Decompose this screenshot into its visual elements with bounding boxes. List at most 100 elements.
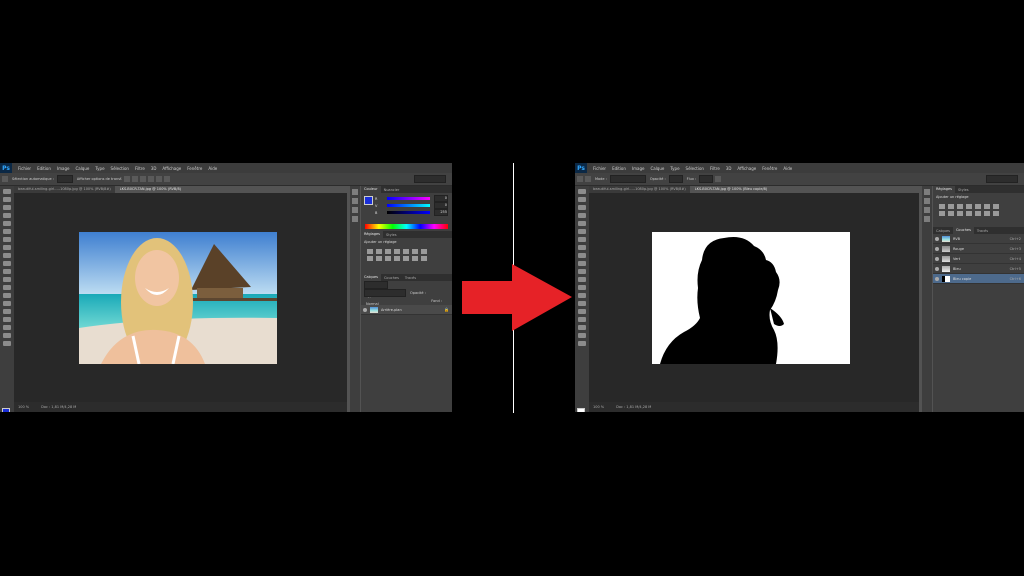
path-select-icon[interactable]	[3, 317, 11, 322]
tab-adjustments[interactable]: Réglages	[933, 186, 955, 193]
type-icon[interactable]	[578, 309, 586, 314]
tab-paths[interactable]: Tracés	[402, 276, 419, 280]
hand-icon[interactable]	[3, 333, 11, 338]
eyedropper-icon[interactable]	[578, 229, 586, 234]
tab-layers[interactable]: Calques	[933, 229, 953, 233]
tab-paths[interactable]: Tracés	[974, 229, 991, 233]
brush-icon[interactable]	[3, 245, 11, 250]
red-channel-slider[interactable]	[387, 197, 430, 200]
channel-row-rgb[interactable]: RVB Ctrl+2	[933, 234, 1024, 244]
align-center-icon[interactable]	[156, 176, 163, 182]
align-right-icon[interactable]	[164, 176, 171, 182]
blur-icon[interactable]	[578, 285, 586, 290]
tab-styles[interactable]: Styles	[955, 188, 972, 192]
transform-controls-label[interactable]: Afficher options de transf.	[77, 177, 122, 181]
brush-preset-icon[interactable]	[585, 176, 591, 182]
tab-document-2[interactable]: LKS-B0CR-TAN.jpg @ 100% (Bleu copie/8)	[690, 186, 772, 193]
visibility-eye-icon[interactable]	[935, 256, 939, 261]
paragraph-panel-icon[interactable]	[352, 216, 358, 222]
channel-mixer-icon[interactable]	[385, 256, 391, 261]
clone-stamp-icon[interactable]	[578, 253, 586, 258]
dodge-icon[interactable]	[578, 293, 586, 298]
move-icon[interactable]	[578, 189, 586, 194]
workspace-dropdown[interactable]: Essentiel	[986, 175, 1018, 192]
menu-item-3d[interactable]: 3D	[151, 166, 157, 171]
eraser-icon[interactable]	[3, 269, 11, 274]
menu-item-3d[interactable]: 3D	[726, 166, 732, 171]
type-icon[interactable]	[3, 309, 11, 314]
tab-styles[interactable]: Styles	[383, 233, 400, 237]
blue-channel-value[interactable]: 255	[434, 209, 448, 216]
black-white-icon[interactable]	[367, 256, 373, 261]
tab-channels[interactable]: Couches	[952, 227, 974, 234]
menu-item-edit[interactable]: Edition	[37, 166, 51, 171]
hue-saturation-icon[interactable]	[412, 249, 418, 254]
posterize-icon[interactable]	[984, 211, 990, 216]
flow-field[interactable]: 100%	[699, 175, 714, 192]
align-left-icon[interactable]	[148, 176, 155, 182]
visibility-eye-icon[interactable]	[935, 236, 939, 241]
hue-saturation-icon[interactable]	[984, 204, 990, 209]
visibility-eye-icon[interactable]	[363, 307, 367, 312]
curves-icon[interactable]	[385, 249, 391, 254]
invert-icon[interactable]	[403, 256, 409, 261]
path-select-icon[interactable]	[578, 317, 586, 322]
menu-item-file[interactable]: Fichier	[593, 166, 606, 171]
crop-icon[interactable]	[578, 221, 586, 226]
invert-icon[interactable]	[975, 211, 981, 216]
menu-item-type[interactable]: Type	[95, 166, 104, 171]
menu-item-view[interactable]: Affichage	[162, 166, 181, 171]
blur-icon[interactable]	[3, 285, 11, 290]
history-panel-icon[interactable]	[352, 189, 358, 195]
menu-item-image[interactable]: Image	[57, 166, 70, 171]
hand-icon[interactable]	[578, 333, 586, 338]
zoom-level[interactable]: 100 %	[593, 405, 604, 409]
gradient-icon[interactable]	[578, 277, 586, 282]
healing-brush-icon[interactable]	[3, 237, 11, 242]
blue-channel-slider[interactable]	[387, 211, 430, 214]
visibility-eye-icon[interactable]	[935, 246, 939, 251]
channel-mixer-icon[interactable]	[957, 211, 963, 216]
align-bottom-icon[interactable]	[140, 176, 147, 182]
healing-brush-icon[interactable]	[578, 237, 586, 242]
history-brush-icon[interactable]	[578, 261, 586, 266]
channel-row-green[interactable]: Vert Ctrl+4	[933, 254, 1024, 264]
color-lookup-icon[interactable]	[966, 211, 972, 216]
airbrush-icon[interactable]	[715, 176, 722, 182]
levels-icon[interactable]	[376, 249, 382, 254]
shape-icon[interactable]	[578, 325, 586, 330]
black-white-icon[interactable]	[939, 211, 945, 216]
brightness-icon[interactable]	[367, 249, 373, 254]
eraser-icon[interactable]	[578, 269, 586, 274]
channel-row-blue[interactable]: Bleu Ctrl+5	[933, 264, 1024, 274]
properties-panel-icon[interactable]	[352, 198, 358, 204]
zoom-icon[interactable]	[3, 341, 11, 346]
tab-adjustments[interactable]: Réglages	[361, 231, 383, 238]
quick-select-icon[interactable]	[3, 213, 11, 218]
auto-select-dropdown[interactable]: Calque	[56, 175, 73, 192]
color-balance-icon[interactable]	[421, 249, 427, 254]
posterize-icon[interactable]	[412, 256, 418, 261]
menu-item-filter[interactable]: Filtre	[135, 166, 145, 171]
menu-item-edit[interactable]: Edition	[612, 166, 626, 171]
workspace-dropdown[interactable]: Essentiel	[414, 175, 446, 192]
move-icon[interactable]	[3, 189, 11, 194]
exposure-icon[interactable]	[394, 249, 400, 254]
channel-row-red[interactable]: Rouge Ctrl+3	[933, 244, 1024, 254]
visibility-eye-icon[interactable]	[935, 266, 939, 271]
threshold-icon[interactable]	[993, 211, 999, 216]
move-tool-icon[interactable]	[2, 176, 8, 182]
tab-swatches[interactable]: Nuancier	[381, 188, 403, 192]
menu-item-filter[interactable]: Filtre	[710, 166, 720, 171]
color-spectrum-bar[interactable]	[365, 224, 448, 229]
history-panel-icon[interactable]	[924, 189, 930, 195]
vibrance-icon[interactable]	[403, 249, 409, 254]
history-brush-icon[interactable]	[3, 261, 11, 266]
menu-item-help[interactable]: Aide	[208, 166, 217, 171]
curves-icon[interactable]	[957, 204, 963, 209]
color-balance-icon[interactable]	[993, 204, 999, 209]
vibrance-icon[interactable]	[975, 204, 981, 209]
marquee-icon[interactable]	[3, 197, 11, 202]
menu-item-window[interactable]: Fenêtre	[762, 166, 777, 171]
levels-icon[interactable]	[948, 204, 954, 209]
